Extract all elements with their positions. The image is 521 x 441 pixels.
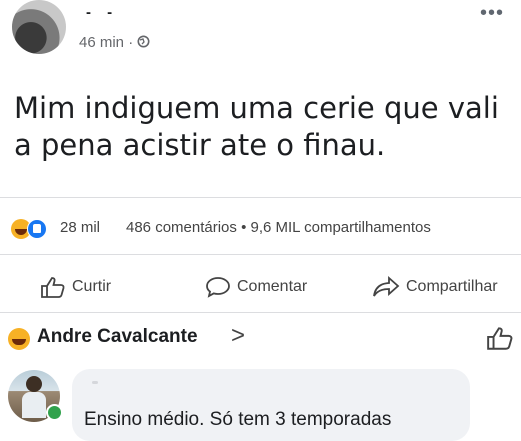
share-button[interactable]: Compartilhar	[372, 276, 498, 298]
haha-reaction-icon	[8, 328, 30, 350]
globe-icon	[137, 35, 150, 48]
commenter-name-redacted[interactable]	[92, 381, 98, 384]
like-reaction-icon	[27, 219, 47, 239]
reactions-summary[interactable]	[11, 219, 55, 239]
more-options-button[interactable]: •••	[480, 2, 504, 25]
comments-shares-count[interactable]: 486 comentários • 9,6 MIL compartilhamen…	[126, 219, 431, 236]
like-comment-button[interactable]	[486, 326, 514, 355]
author-avatar[interactable]	[12, 0, 66, 54]
online-status-indicator	[46, 404, 63, 421]
share-label: Compartilhar	[406, 278, 498, 295]
share-arrow-icon	[373, 276, 400, 297]
like-button[interactable]: Curtir	[40, 276, 111, 298]
post-timestamp[interactable]: 46 min ·	[79, 34, 150, 51]
divider	[0, 197, 521, 198]
divider	[0, 254, 521, 255]
post-time-text: 46 min ·	[79, 34, 134, 51]
thumbs-up-icon	[487, 327, 513, 350]
speech-bubble-icon	[206, 277, 230, 298]
reactor-name[interactable]: Andre Cavalcante	[37, 326, 198, 348]
reactions-count[interactable]: 28 mil	[60, 219, 100, 236]
comment-button[interactable]: Comentar	[205, 276, 307, 298]
like-label: Curtir	[72, 278, 112, 295]
comment-label: Comentar	[237, 278, 308, 295]
chevron-right-icon[interactable]: >	[231, 322, 245, 350]
post-text: Mim indiguem uma cerie que vali a pena a…	[14, 91, 499, 162]
comment-text: Ensino médio. Só tem 3 temporadas	[84, 409, 392, 430]
author-name[interactable]: - -	[86, 4, 118, 21]
divider	[0, 312, 521, 313]
thumbs-up-icon	[41, 277, 65, 298]
